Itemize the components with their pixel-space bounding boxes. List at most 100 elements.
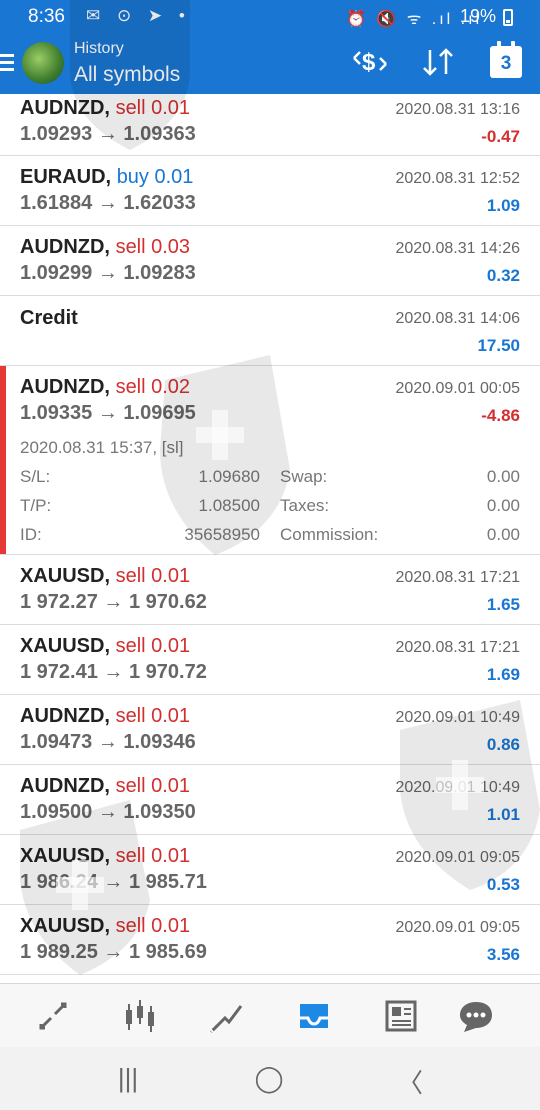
trade-side: buy 0.01 [116,166,194,188]
trade-symbol: AUDNZD, sell 0.03 [20,236,191,258]
history-icon[interactable] [294,996,334,1036]
back-button[interactable]: 〈 [390,1063,430,1100]
selection-indicator [0,366,6,554]
trade-symbol: XAUUSD, sell 0.01 [20,565,191,587]
trade-symbol: XAUUSD, sell 0.01 [20,845,191,867]
trade-prices: 1 972.27 → 1 970.62 [20,591,207,613]
trade-side: sell 0.02 [115,376,191,398]
history-list: AUDNZD, sell 0.01 1.09293 → 1.09363 2020… [0,94,540,975]
trade-profit: 3.56 [486,945,520,964]
trade-side: sell 0.01 [115,915,191,937]
trade-time: 2020.09.01 09:05 [395,849,520,866]
trade-time: 2020.08.31 14:06 [395,310,520,327]
trade-symbol: XAUUSD, sell 0.01 [20,915,191,937]
system-nav-bar: ||| ◯ 〈 [0,1047,540,1110]
page-title: History [74,40,124,57]
id-label: ID: [20,525,42,544]
trade-icon[interactable] [207,996,247,1036]
sl-value: 1.09680 [198,467,260,486]
trade-row-expanded[interactable]: AUDNZD, sell 0.02 1.09335 → 1.09695 2020… [0,366,540,555]
deposit-icon[interactable]: $ [352,46,388,83]
trade-time: 2020.08.31 14:26 [395,240,520,257]
trade-profit: 0.86 [486,735,520,754]
trade-profit: 17.50 [477,336,520,355]
credit-row[interactable]: Credit 2020.08.31 14:06 17.50 [0,296,540,366]
trade-side: sell 0.01 [115,97,191,119]
credit-label: Credit [20,307,78,329]
trade-row[interactable]: EURAUD, buy 0.01 1.61884 → 1.62033 2020.… [0,156,540,226]
chart-icon-svg [126,1000,154,1032]
trade-row[interactable]: XAUUSD, sell 0.01 1 972.41 → 1 970.72 20… [0,625,540,695]
app-logo[interactable] [22,42,64,84]
trade-row[interactable]: AUDNZD, sell 0.03 1.09299 → 1.09283 2020… [0,226,540,296]
trade-row[interactable]: AUDNZD, sell 0.01 1.09500 → 1.09350 2020… [0,765,540,835]
trade-prices: 1 972.41 → 1 970.72 [20,661,207,683]
trade-side: sell 0.03 [115,236,191,258]
trade-profit: 1.09 [486,196,520,215]
trade-time: 2020.09.01 10:49 [395,709,520,726]
trade-side: sell 0.01 [115,565,191,587]
battery-percent: 19% [460,6,497,26]
symbol-filter[interactable]: All symbols [74,63,180,87]
id-value: 35658950 [184,525,260,544]
trade-profit: 1.65 [486,595,520,614]
recents-button[interactable]: ||| [108,1063,148,1094]
home-button[interactable]: ◯ [249,1063,289,1094]
trade-prices: 1.09473 → 1.09346 [20,731,196,753]
trade-prices: 1.09500 → 1.09350 [20,801,196,823]
trade-prices: 1 986.24 → 1 985.71 [20,871,207,893]
trade-icon-svg [209,1005,243,1034]
quotes-icon-svg [39,1002,67,1030]
news-icon[interactable] [381,996,421,1036]
status-time: 8:36 [28,6,65,27]
trade-side: sell 0.01 [115,705,191,727]
trade-time: 2020.08.31 17:21 [395,639,520,656]
battery-icon [503,9,513,26]
trade-profit: 0.53 [486,875,520,894]
trade-time: 2020.08.31 13:16 [395,101,520,118]
trade-time: 2020.09.01 10:49 [395,779,520,796]
trade-side: sell 0.01 [115,635,191,657]
trade-symbol: AUDNZD, sell 0.02 [20,376,191,398]
trade-prices: 1.09335 → 1.09695 [20,402,196,424]
trade-row[interactable]: AUDNZD, sell 0.01 1.09473 → 1.09346 2020… [0,695,540,765]
trade-symbol: AUDNZD, sell 0.01 [20,97,191,119]
sort-icon[interactable] [420,46,456,85]
trade-profit: -0.47 [481,127,520,146]
status-bar: 8:36 ✉ ⊙ ➤ • ⏰ 🔇 ᯤ .ıl .ıl 19% [0,0,540,34]
trade-time: 2020.08.31 17:21 [395,569,520,586]
commission-label: Commission: [280,525,379,544]
swap-value: 0.00 [486,467,520,486]
sort-icon-svg [423,48,453,76]
trade-row[interactable]: AUDNZD, sell 0.01 1.09293 → 1.09363 2020… [0,94,540,156]
quotes-icon[interactable] [33,996,73,1036]
chat-icon-svg [460,1002,492,1032]
taxes-label: Taxes: [280,496,330,515]
trade-symbol: EURAUD, buy 0.01 [20,166,194,188]
calendar-icon[interactable]: 3 [490,41,522,78]
taxes-value: 0.00 [486,496,520,515]
trade-prices: 1.09293 → 1.09363 [20,123,196,145]
trade-row[interactable]: XAUUSD, sell 0.01 1 989.25 → 1 985.69 20… [0,905,540,975]
trade-profit: 1.01 [486,805,520,824]
trade-symbol: AUDNZD, sell 0.01 [20,775,191,797]
trade-row[interactable]: XAUUSD, sell 0.01 1 986.24 → 1 985.71 20… [0,835,540,905]
trade-prices: 1.09299 → 1.09283 [20,262,196,284]
trade-prices: 1 989.25 → 1 985.69 [20,941,207,963]
svg-text:$: $ [362,49,376,76]
chart-icon[interactable] [120,996,160,1036]
swap-label: Swap: [280,467,328,486]
trade-open-time: 2020.08.31 15:37, [sl] [20,438,184,457]
trade-side: sell 0.01 [115,775,191,797]
trade-prices: 1.61884 → 1.62033 [20,192,196,214]
news-icon-svg [385,1000,417,1032]
app-bar: History All symbols $ 3 [0,34,540,94]
chat-icon[interactable] [456,996,496,1036]
history-icon-svg [300,1004,328,1028]
trade-symbol: XAUUSD, sell 0.01 [20,635,191,657]
commission-value: 0.00 [486,525,520,544]
trade-row[interactable]: XAUUSD, sell 0.01 1 972.27 → 1 970.62 20… [0,555,540,625]
menu-icon[interactable] [0,54,14,74]
sl-label: S/L: [20,467,51,486]
trade-time: 2020.08.31 12:52 [395,170,520,187]
